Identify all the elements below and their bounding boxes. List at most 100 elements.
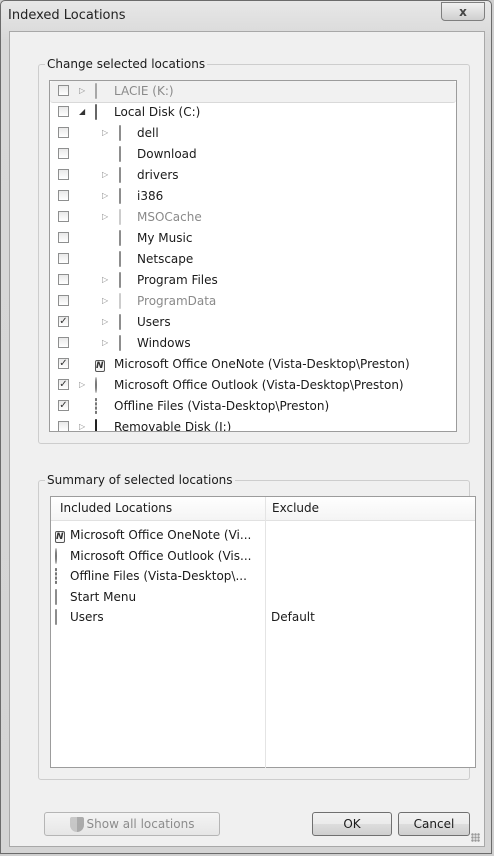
tree-icon-wrapper [95,377,109,393]
collapsed-triangle-icon[interactable]: ▷ [102,275,108,284]
folder-icon [119,146,121,162]
tree-row[interactable]: ▷ Windows [50,333,456,354]
tree-row[interactable]: Netscape [50,249,456,270]
included-location-label: Users [70,610,104,624]
collapsed-triangle-icon[interactable]: ▷ [102,170,108,179]
collapsed-triangle-icon[interactable]: ▷ [102,296,108,305]
location-checkbox[interactable]: ✓ [58,316,69,327]
ok-label: OK [343,817,361,831]
tree-icon-wrapper [119,230,133,246]
tree-row[interactable]: ✓ Offline Files (Vista-Desktop\Preston) [50,396,456,417]
tree-icon-wrapper: N [95,357,109,372]
offline-files-icon [55,568,57,584]
tree-row[interactable]: ✓ ▷ Users [50,312,456,333]
change-locations-label: Change selected locations [45,57,208,71]
collapsed-triangle-icon[interactable]: ▷ [102,212,108,221]
cancel-button[interactable]: Cancel [398,812,470,836]
summary-row[interactable]: Users Default [51,608,475,628]
folder-icon [119,251,121,267]
tree-row-label: Netscape [137,252,194,266]
included-location-label: Microsoft Office Outlook (Vis... [70,548,252,563]
collapsed-triangle-icon[interactable]: ▷ [102,338,108,347]
tree-icon-wrapper [119,272,133,288]
folder-icon [55,609,57,625]
tree-row[interactable]: ◢ Local Disk (C:) [50,102,456,123]
location-checkbox[interactable] [58,211,69,222]
tree-icon-wrapper [119,146,133,162]
summary-header: Included Locations Exclude [51,497,475,521]
collapsed-triangle-icon[interactable]: ▷ [102,191,108,200]
included-location-label: Start Menu [70,589,137,604]
included-locations-column-header[interactable]: Included Locations [60,501,172,515]
exclude-column-header[interactable]: Exclude [272,501,319,515]
tree-row-label: Microsoft Office OneNote (Vista-Desktop\… [114,357,410,371]
summary-icon-wrapper [55,547,68,564]
onenote-icon: N [95,360,105,372]
tree-row-label: LACIE (K:) [114,84,174,98]
locations-tree[interactable]: ▷ LACIE (K:) ◢ Local Disk (C:) ▷ dell Download… [49,80,457,432]
summary-icon-wrapper: N [55,528,68,543]
location-checkbox[interactable] [58,169,69,180]
location-checkbox[interactable] [58,337,69,348]
location-checkbox[interactable]: ✓ [58,379,69,390]
location-checkbox[interactable] [58,421,69,431]
tree-row[interactable]: Download [50,144,456,165]
tree-row[interactable]: ▷ i386 [50,186,456,207]
tree-icon-wrapper [119,251,133,267]
tree-row[interactable]: ▷ dell [50,123,456,144]
tree-row[interactable]: ▷ LACIE (K:) [50,81,456,103]
removable-disk-icon [95,419,97,431]
ok-button[interactable]: OK [312,812,392,836]
collapsed-triangle-icon[interactable]: ▷ [102,317,108,326]
summary-icon-wrapper [55,568,68,584]
folder-icon [119,209,121,225]
tree-icon-wrapper [119,335,133,351]
location-checkbox[interactable]: ✓ [58,358,69,369]
tree-row[interactable]: ✓ N Microsoft Office OneNote (Vista-Deskto… [50,354,456,375]
tree-row-label: My Music [137,231,193,245]
location-checkbox[interactable] [58,274,69,285]
summary-row[interactable]: Offline Files (Vista-Desktop\... [51,567,475,587]
tree-row[interactable]: ▷ ProgramData [50,291,456,312]
collapsed-triangle-icon[interactable]: ▷ [79,380,85,389]
show-all-locations-button[interactable]: Show all locations [44,812,220,836]
outlook-icon [95,377,97,393]
offline-files-icon [95,398,97,414]
title-bar[interactable]: Indexed Locations x [1,1,491,29]
tree-row[interactable]: ▷ drivers [50,165,456,186]
location-checkbox[interactable] [58,232,69,243]
summary-list[interactable]: Included Locations Exclude N Microsoft Of… [50,496,476,768]
tree-row[interactable]: ▷ Program Files [50,270,456,291]
location-checkbox[interactable] [58,127,69,138]
tree-row[interactable]: ▷ MSOCache [50,207,456,228]
external-drive-icon [95,83,97,99]
collapsed-triangle-icon[interactable]: ▷ [79,422,85,431]
summary-row[interactable]: Microsoft Office Outlook (Vis... [51,547,475,567]
location-checkbox[interactable] [58,190,69,201]
tree-row[interactable]: ▷ Removable Disk (J:) [50,417,456,431]
tree-row-label: Download [137,147,197,161]
tree-row[interactable]: My Music [50,228,456,249]
tree-row[interactable]: ✓ ▷ Microsoft Office Outlook (Vista-Deskto… [50,375,456,396]
location-checkbox[interactable] [58,253,69,264]
collapsed-triangle-icon[interactable]: ▷ [102,128,108,137]
tree-icon-wrapper [119,125,133,141]
location-checkbox[interactable] [58,148,69,159]
close-button[interactable]: x [441,2,485,21]
folder-icon [119,272,121,288]
tree-row-label: i386 [137,189,164,203]
location-checkbox[interactable] [58,106,69,117]
location-checkbox[interactable] [58,295,69,306]
tree-icon-wrapper [119,293,133,309]
expanded-triangle-icon[interactable]: ◢ [79,107,85,116]
folder-icon [55,588,57,605]
resize-grip-icon[interactable] [471,833,480,842]
summary-row[interactable]: Start Menu [51,588,475,608]
summary-row[interactable]: N Microsoft Office OneNote (Vi... [51,526,475,546]
onenote-icon: N [55,531,65,543]
collapsed-triangle-icon[interactable]: ▷ [79,86,85,95]
location-checkbox[interactable]: ✓ [58,400,69,411]
tree-icon-wrapper [95,83,109,99]
folder-icon [119,125,121,141]
location-checkbox[interactable] [58,85,69,96]
